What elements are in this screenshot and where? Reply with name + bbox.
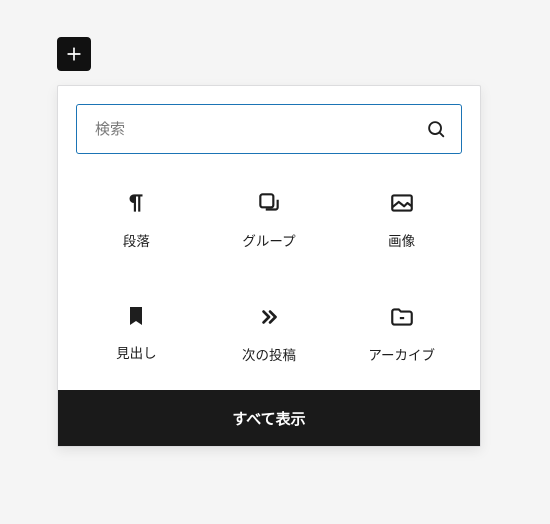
folder-icon xyxy=(389,304,415,330)
search-icon xyxy=(425,118,447,140)
bookmark-icon xyxy=(124,304,148,328)
block-grid: 段落 グループ 画像 xyxy=(58,162,480,390)
show-all-label: すべて表示 xyxy=(232,408,305,429)
block-label: 見出し xyxy=(116,342,157,362)
block-paragraph[interactable]: 段落 xyxy=(70,180,203,266)
block-label: 画像 xyxy=(388,230,415,250)
block-next-post[interactable]: 次の投稿 xyxy=(203,294,336,380)
block-heading[interactable]: 見出し xyxy=(70,294,203,380)
block-image[interactable]: 画像 xyxy=(335,180,468,266)
chevrons-right-icon xyxy=(256,304,282,330)
image-icon xyxy=(389,190,415,216)
block-group[interactable]: グループ xyxy=(203,180,336,266)
block-label: 段落 xyxy=(123,230,150,250)
search-input[interactable] xyxy=(93,120,425,139)
add-block-button[interactable] xyxy=(57,37,91,71)
block-label: 次の投稿 xyxy=(242,344,296,364)
search-wrap xyxy=(58,86,480,162)
block-label: アーカイブ xyxy=(368,344,435,364)
plus-icon xyxy=(64,44,84,64)
block-archive[interactable]: アーカイブ xyxy=(335,294,468,380)
group-icon xyxy=(256,190,282,216)
block-inserter-panel: 段落 グループ 画像 xyxy=(57,85,481,447)
block-label: グループ xyxy=(242,230,295,250)
search-field[interactable] xyxy=(76,104,462,154)
paragraph-icon xyxy=(123,190,149,216)
show-all-button[interactable]: すべて表示 xyxy=(58,390,480,446)
